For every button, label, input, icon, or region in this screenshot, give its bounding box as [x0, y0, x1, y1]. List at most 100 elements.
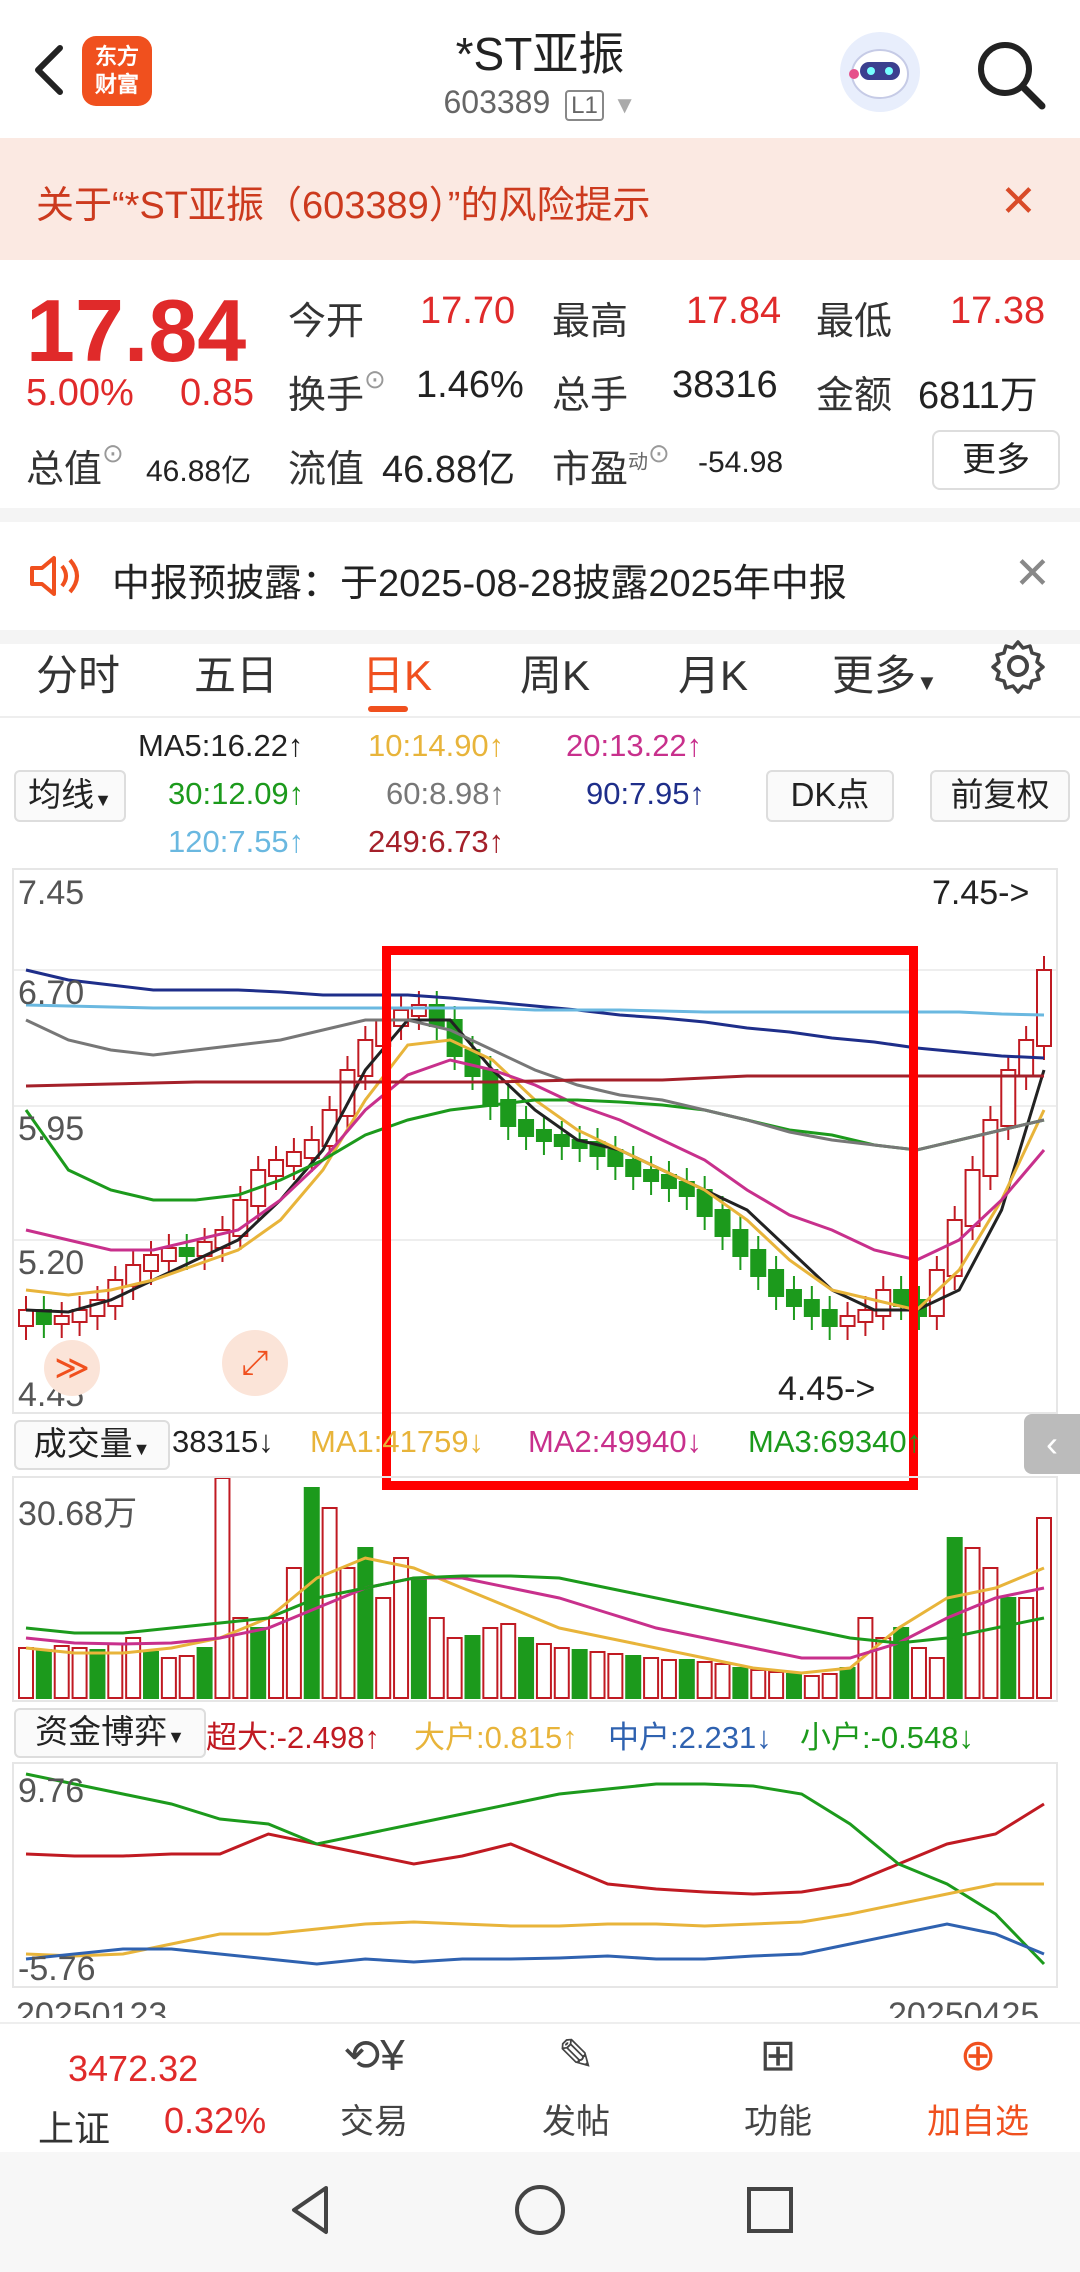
top-bar: 东方 财富 *ST亚振 603389 L1 ▼ [0, 0, 1080, 138]
level-badge: L1 [565, 90, 604, 121]
index-value: 3472.32 [68, 2048, 199, 2089]
volume-bar [250, 1627, 267, 1699]
date-end: 20250425 [888, 1996, 1040, 2018]
candle-body [18, 1309, 34, 1327]
volume-bar [1000, 1597, 1017, 1699]
volume-bar [750, 1669, 767, 1699]
nav-post-label: 发帖 [542, 2103, 610, 2141]
ma-selector[interactable]: 均线▼ [14, 770, 126, 822]
volume-bar [1018, 1597, 1035, 1699]
plus-circle-icon: ⊕ [959, 2031, 997, 2080]
ma60-value: 60:8.98↑ [386, 776, 505, 811]
volume-bar [821, 1673, 838, 1699]
fund-flow-line [25, 1882, 1044, 1958]
open-label: 今开 [288, 301, 365, 343]
stock-code-row[interactable]: 603389 L1 ▼ [300, 84, 780, 121]
nav-post[interactable]: ✎ 发帖 [516, 2024, 636, 2143]
chevron-down-icon: ▼ [167, 1727, 185, 1747]
fund-y-top: 9.76 [18, 1772, 85, 1810]
volume-bar [35, 1649, 52, 1699]
index-change: 0.32% [164, 2100, 267, 2141]
robot-avatar-icon[interactable] [840, 32, 920, 112]
volume-bar [303, 1487, 320, 1699]
fund-y-bottom: -5.76 [18, 1950, 96, 1988]
recents-square-icon[interactable] [740, 2180, 800, 2240]
volume-bar [357, 1547, 374, 1699]
back-triangle-icon[interactable] [280, 2180, 340, 2240]
tab-intraday[interactable]: 分时 [36, 642, 120, 703]
amount-label: 金额 [816, 375, 893, 417]
chevron-down-icon: ▼ [612, 92, 637, 119]
speaker-icon [30, 556, 79, 596]
volume-bar [500, 1623, 517, 1699]
fund-flow-selector[interactable]: 资金博弈▼ [14, 1708, 206, 1758]
notice-bar[interactable]: 中报预披露：于2025-08-28披露2025年中报 ✕ [0, 508, 1080, 644]
volume-ma3: MA3:69340↑ [748, 1424, 923, 1459]
adjust-selector[interactable]: 前复权 [930, 770, 1070, 822]
fund-flow-chart[interactable]: 9.76 -5.76 [12, 1762, 1058, 1988]
volume-bar [196, 1647, 213, 1699]
volume-bar [428, 1617, 445, 1699]
volume-bar [768, 1671, 785, 1699]
high-value: 17.84 [686, 290, 782, 332]
ma30-value: 30:12.09↑ [168, 776, 305, 811]
tab-weekly-k[interactable]: 周K [520, 642, 590, 703]
chevron-down-icon: ▼ [94, 790, 112, 810]
pe-label[interactable]: 市盈动⊙ [552, 438, 670, 493]
ma-selector-label: 均线 [28, 776, 95, 813]
ma10-value: 10:14.90↑ [368, 728, 505, 763]
tab-more-label: 更多 [832, 652, 917, 699]
current-price: 17.84 [26, 281, 247, 380]
fund-flow-selector-label: 资金博弈 [35, 1713, 168, 1750]
nav-trade[interactable]: ⟲¥ 交易 [314, 2024, 434, 2143]
tab-more[interactable]: 更多▼ [832, 642, 938, 703]
candle-body [143, 1254, 160, 1272]
tab-five-day[interactable]: 五日 [194, 642, 278, 703]
more-quote-button[interactable]: 更多 [932, 430, 1060, 490]
bottom-nav: 3472.32 上证 0.32% ⟲¥ 交易 ✎ 发帖 ⊞ 功能 ⊕ 加自选 [0, 2022, 1080, 2154]
volume-ma2: MA2:49940↓ [528, 1424, 703, 1459]
collapse-panel-icon[interactable]: ‹ [1024, 1414, 1080, 1474]
risk-warning-text: 关于“*ST亚振（603389）”的风险提示 [36, 185, 651, 227]
chevron-down-icon: ▼ [916, 670, 938, 695]
candle-body [1000, 1069, 1017, 1127]
close-icon[interactable]: ✕ [1014, 548, 1051, 599]
small-flow: 小户:-0.548↓ [800, 1720, 975, 1755]
search-icon[interactable] [972, 36, 1048, 112]
nav-add-watchlist[interactable]: ⊕ 加自选 [918, 2024, 1038, 2143]
candle-body [982, 1119, 999, 1177]
nav-functions[interactable]: ⊞ 功能 [718, 2024, 838, 2143]
risk-warning-banner[interactable]: 关于“*ST亚振（603389）”的风险提示 ✕ [0, 138, 1080, 260]
mktcap-label[interactable]: 总值⊙ [26, 438, 124, 493]
dk-point-button[interactable]: DK点 [766, 770, 894, 822]
edit-icon: ✎ [557, 2031, 595, 2080]
pe-dynamic-mark: 动 [628, 451, 649, 474]
volume-bar [285, 1567, 302, 1699]
gear-icon[interactable] [990, 638, 1046, 694]
turnover-label[interactable]: 换手⊙ [288, 364, 386, 419]
turnover-value: 1.46% [416, 364, 524, 406]
volume-label: 总手 [552, 375, 629, 417]
candle-body [178, 1247, 195, 1257]
volume-current: 38315↓ [172, 1424, 274, 1459]
change-amount: 0.85 [180, 372, 254, 414]
expand-left-icon[interactable]: ≫ [44, 1340, 100, 1396]
tab-daily-k[interactable]: 日K [362, 642, 432, 703]
amount-value: 6811万 [918, 375, 1038, 417]
volume-value: 38316 [672, 364, 778, 406]
float-cap-label: 流值 [288, 449, 365, 491]
volume-bar [125, 1637, 142, 1699]
fullscreen-icon[interactable]: ⤢ [222, 1330, 288, 1396]
back-arrow-icon[interactable] [22, 40, 82, 100]
volume-bar [71, 1647, 88, 1699]
volume-bar [910, 1647, 927, 1699]
volume-selector[interactable]: 成交量▼ [14, 1420, 170, 1470]
index-name: 上证 [38, 2108, 111, 2149]
home-circle-icon[interactable] [510, 2180, 570, 2240]
tab-monthly-k[interactable]: 月K [678, 642, 748, 703]
large-flow: 大户:0.815↑ [414, 1720, 578, 1755]
index-quote[interactable]: 3472.32 上证 0.32% [20, 2024, 266, 2154]
volume-chart[interactable]: 30.68万 [12, 1476, 1058, 1702]
close-icon[interactable]: ✕ [1000, 176, 1037, 227]
volume-bar [214, 1478, 231, 1699]
